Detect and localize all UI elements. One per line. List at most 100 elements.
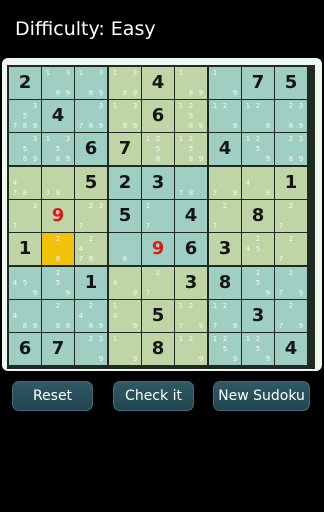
sudoku-cell[interactable]: 2 7 9 — [275, 267, 307, 299]
sudoku-cell[interactable]: 3 789 — [75, 100, 107, 132]
sudoku-cell[interactable]: 4 — [209, 133, 241, 165]
sudoku-cell[interactable]: 9 — [42, 200, 74, 232]
candidate-digit — [20, 101, 30, 111]
sudoku-cell[interactable]: 27 — [142, 267, 174, 299]
sudoku-cell[interactable]: 2 — [9, 67, 41, 99]
sudoku-cell[interactable]: 1 — [275, 167, 307, 199]
sudoku-cell[interactable]: 259 — [42, 267, 74, 299]
new-sudoku-button[interactable]: New Sudoku — [213, 381, 310, 411]
sudoku-cell[interactable]: 6 — [9, 333, 41, 365]
sudoku-cell[interactable]: 1259 — [242, 133, 274, 165]
sudoku-cell[interactable]: 3 — [242, 300, 274, 332]
candidate-digit: 1 — [45, 68, 51, 77]
sudoku-cell[interactable]: 14 9 — [109, 300, 141, 332]
candidate-digit — [153, 288, 163, 298]
sudoku-cell[interactable]: 23 7 — [75, 200, 107, 232]
sudoku-cell[interactable]: 4 — [275, 333, 307, 365]
sudoku-cell[interactable]: 27 — [275, 233, 307, 265]
sudoku-cell[interactable]: 79 — [209, 167, 241, 199]
sudoku-cell[interactable]: 12 7 9 — [209, 300, 241, 332]
sudoku-cell[interactable]: 19 — [209, 67, 241, 99]
candidate-digit — [86, 344, 96, 354]
sudoku-cell[interactable]: 12589 — [175, 100, 207, 132]
sudoku-cell[interactable]: 3589 — [9, 133, 41, 165]
sudoku-cell[interactable]: 27 — [209, 200, 241, 232]
sudoku-cell[interactable]: 1 3 89 — [42, 67, 74, 99]
check-it-button[interactable]: Check it — [113, 381, 194, 411]
sudoku-cell[interactable]: 1259 — [209, 333, 241, 365]
sudoku-cell[interactable]: 49 — [109, 267, 141, 299]
sudoku-cell[interactable]: 1 3 89 — [75, 67, 107, 99]
sudoku-cell[interactable]: 78 — [175, 167, 207, 199]
sudoku-cell[interactable]: 7 — [109, 133, 141, 165]
candidate-digit — [196, 344, 206, 354]
sudoku-cell[interactable]: 23 9 — [75, 333, 107, 365]
candidate-digit — [286, 221, 296, 231]
sudoku-cell[interactable]: 1259 — [242, 333, 274, 365]
candidate-digit: 5 — [188, 144, 194, 153]
sudoku-cell[interactable]: 27 — [275, 200, 307, 232]
sudoku-cell[interactable]: 5 — [75, 167, 107, 199]
sudoku-cell[interactable]: 1 3 89 — [109, 100, 141, 132]
sudoku-cell[interactable]: 23 89 — [275, 133, 307, 165]
sudoku-cell[interactable]: 259 — [242, 267, 274, 299]
sudoku-cell[interactable]: 37 — [9, 200, 41, 232]
sudoku-cell[interactable]: 7 — [242, 67, 274, 99]
sudoku-cell[interactable]: 12 9 — [209, 100, 241, 132]
sudoku-cell[interactable]: 6 — [175, 233, 207, 265]
sudoku-cell[interactable]: 2 89 — [42, 300, 74, 332]
sudoku-cell[interactable]: 17 — [142, 200, 174, 232]
sudoku-cell[interactable]: 78 — [42, 167, 74, 199]
sudoku-cell[interactable]: 478 — [9, 167, 41, 199]
sudoku-cell[interactable]: 459 — [9, 267, 41, 299]
sudoku-cell[interactable]: 1258 — [142, 133, 174, 165]
sudoku-cell[interactable]: 1 3 89 — [109, 67, 141, 99]
candidate-digit — [43, 311, 53, 321]
sudoku-cell[interactable]: 4 — [142, 67, 174, 99]
sudoku-cell[interactable]: 6 — [75, 133, 107, 165]
candidate-digit: 2 — [222, 301, 228, 310]
sudoku-cell[interactable]: 1 3589 — [42, 133, 74, 165]
sudoku-cell[interactable]: 1 — [9, 233, 41, 265]
sudoku-cell[interactable]: 5 — [142, 300, 174, 332]
sudoku-cell[interactable]: 8 — [142, 333, 174, 365]
sudoku-cell[interactable]: 49 — [242, 167, 274, 199]
candidate-digit: 5 — [255, 344, 261, 353]
sudoku-cell[interactable]: 7 — [42, 333, 74, 365]
candidate-digit — [120, 68, 130, 78]
sudoku-cell[interactable]: 2478 — [75, 233, 107, 265]
sudoku-cell[interactable]: 28 — [42, 233, 74, 265]
reset-button[interactable]: Reset — [12, 381, 93, 411]
sudoku-cell[interactable]: 19 — [109, 333, 141, 365]
sudoku-cell[interactable]: 12 7 9 — [175, 300, 207, 332]
sudoku-cell[interactable]: 12 9 — [175, 333, 207, 365]
sudoku-cell[interactable]: 4 — [175, 200, 207, 232]
sudoku-cell[interactable]: 5 — [275, 67, 307, 99]
sudoku-cell[interactable]: 3 — [209, 233, 241, 265]
sudoku-cell[interactable]: 8 — [242, 200, 274, 232]
sudoku-cell[interactable]: 4 — [42, 100, 74, 132]
sudoku-cell[interactable]: 8 — [209, 267, 241, 299]
sudoku-cell[interactable]: 3 — [175, 267, 207, 299]
candidate-digit — [176, 111, 186, 121]
candidate-notes: 35789 — [10, 101, 40, 131]
sudoku-cell[interactable]: 2 — [109, 167, 141, 199]
sudoku-cell[interactable]: 5 — [109, 200, 141, 232]
sudoku-cell[interactable]: 35789 — [9, 100, 41, 132]
sudoku-cell[interactable]: 3 — [142, 167, 174, 199]
sudoku-cell[interactable]: 8 — [109, 233, 141, 265]
sudoku-cell[interactable]: 6 — [142, 100, 174, 132]
sudoku-cell[interactable]: 245 — [242, 233, 274, 265]
sudoku-cell[interactable]: 12 9 — [242, 100, 274, 132]
sudoku-cell[interactable]: 9 — [142, 233, 174, 265]
sudoku-cell[interactable]: 2489 — [75, 300, 107, 332]
sudoku-cell[interactable]: 489 — [9, 300, 41, 332]
sudoku-cell[interactable]: 2 7 9 — [275, 300, 307, 332]
sudoku-cell[interactable]: 12589 — [175, 133, 207, 165]
candidate-digit — [110, 268, 120, 278]
sudoku-cell[interactable]: 23 89 — [275, 100, 307, 132]
sudoku-cell[interactable]: 1 — [75, 267, 107, 299]
sudoku-cell[interactable]: 1 89 — [175, 67, 207, 99]
candidate-digit — [130, 78, 140, 88]
candidate-digit — [263, 334, 273, 344]
